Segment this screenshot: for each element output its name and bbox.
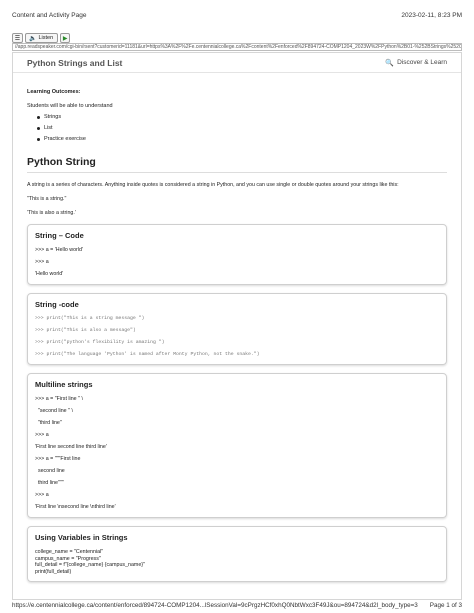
page-title: Python Strings and List [27,57,123,68]
code-line: second line [35,468,65,474]
learning-outcomes-title: Learning Outcomes: [27,89,81,95]
code-line: 'First line second line third line' [35,444,107,450]
discover-learn-button[interactable]: 🔍 Discover & Learn [385,59,447,67]
learning-outcomes-intro: Students will be able to understand [27,103,113,109]
bullet [37,115,40,119]
list-item: Strings [37,114,447,120]
code-line: third line""" [35,480,64,486]
code-line: >>> a [35,259,49,265]
card-title: String -code [35,300,79,309]
code-line: print(full_detail) [35,568,72,575]
main-content: Learning Outcomes: Students will be able… [13,73,461,592]
card-title: Using Variables in Strings [35,533,128,542]
print-header-title: Content and Activity Page [12,12,87,19]
menu-button[interactable]: ☰ [12,33,23,43]
list-item: Practice exercise [37,136,447,142]
string-example-double: "This is a string." [27,196,67,202]
code-card-print: String -code >>> print("This is a string… [27,293,447,365]
listen-label: Listen [38,35,54,41]
code-line: >>> print("The language 'Python' is name… [35,352,260,357]
code-line: "second line " \ [35,408,73,414]
play-icon: ▶ [62,35,68,42]
list-item-label: Strings [44,114,62,120]
play-button[interactable]: ▶ [60,33,71,43]
hamburger-icon: ☰ [14,35,21,42]
content-frame: Python Strings and List 🔍 Discover & Lea… [12,52,462,600]
bullet [37,126,40,130]
bullet [37,137,40,141]
print-header-datetime: 2023-02-11, 8:23 PM [401,12,462,19]
code-line: >>> a [35,492,49,498]
list-item-label: Practice exercise [44,136,86,142]
code-card-multiline: Multiline strings >>> a = "First line " … [27,373,447,518]
listen-button[interactable]: 🔈 Listen [25,33,59,43]
code-line: >>> print("This is a string message ") [35,316,145,321]
string-example-single: 'This is also a string.' [27,210,76,216]
card-title: String – Code [35,231,84,240]
speaker-icon: 🔈 [29,35,37,42]
print-header: Content and Activity Page 2023-02-11, 8:… [12,12,462,24]
search-icon: 🔍 [385,59,395,67]
code-line: >>> a = 'Hello world' [35,247,83,253]
card-title: Multiline strings [35,380,93,389]
readspeaker-toolbar: ☰ 🔈 Listen ▶ [12,33,462,43]
string-description: A string is a series of characters. Anyt… [27,182,399,188]
print-footer: https://e.centennialcollege.ca/content/e… [12,602,462,612]
print-footer-url: https://e.centennialcollege.ca/content/e… [12,602,418,609]
discover-learn-label: Discover & Learn [397,59,447,66]
code-card-string: String – Code >>> a = 'Hello world' >>> … [27,224,447,285]
code-line: >>> a = "First line " \ [35,396,83,402]
section-heading-python-string: Python String [27,156,447,173]
code-line: >>> a = """First line [35,456,81,462]
code-line: >>> a [35,432,49,438]
readspeaker-url: //app.readspeaker.com/cgi-bin/rsent?cust… [12,43,462,51]
code-line: 'Hello world' [35,271,64,277]
list-item: List [37,125,447,131]
page-header: Python Strings and List 🔍 Discover & Lea… [13,53,461,73]
code-card-variables: Using Variables in Strings college_name … [27,526,447,582]
list-item-label: List [44,125,53,131]
learning-outcomes-list: Strings List Practice exercise [27,114,447,142]
code-line: "third line" [35,420,62,426]
code-line: >>> print("python's flexibility is amazi… [35,340,165,345]
code-line: 'First line \nsecond line \nthird line' [35,504,116,510]
print-footer-page: Page 1 of 3 [429,602,462,609]
code-line: >>> print("This is also a message") [35,328,136,333]
